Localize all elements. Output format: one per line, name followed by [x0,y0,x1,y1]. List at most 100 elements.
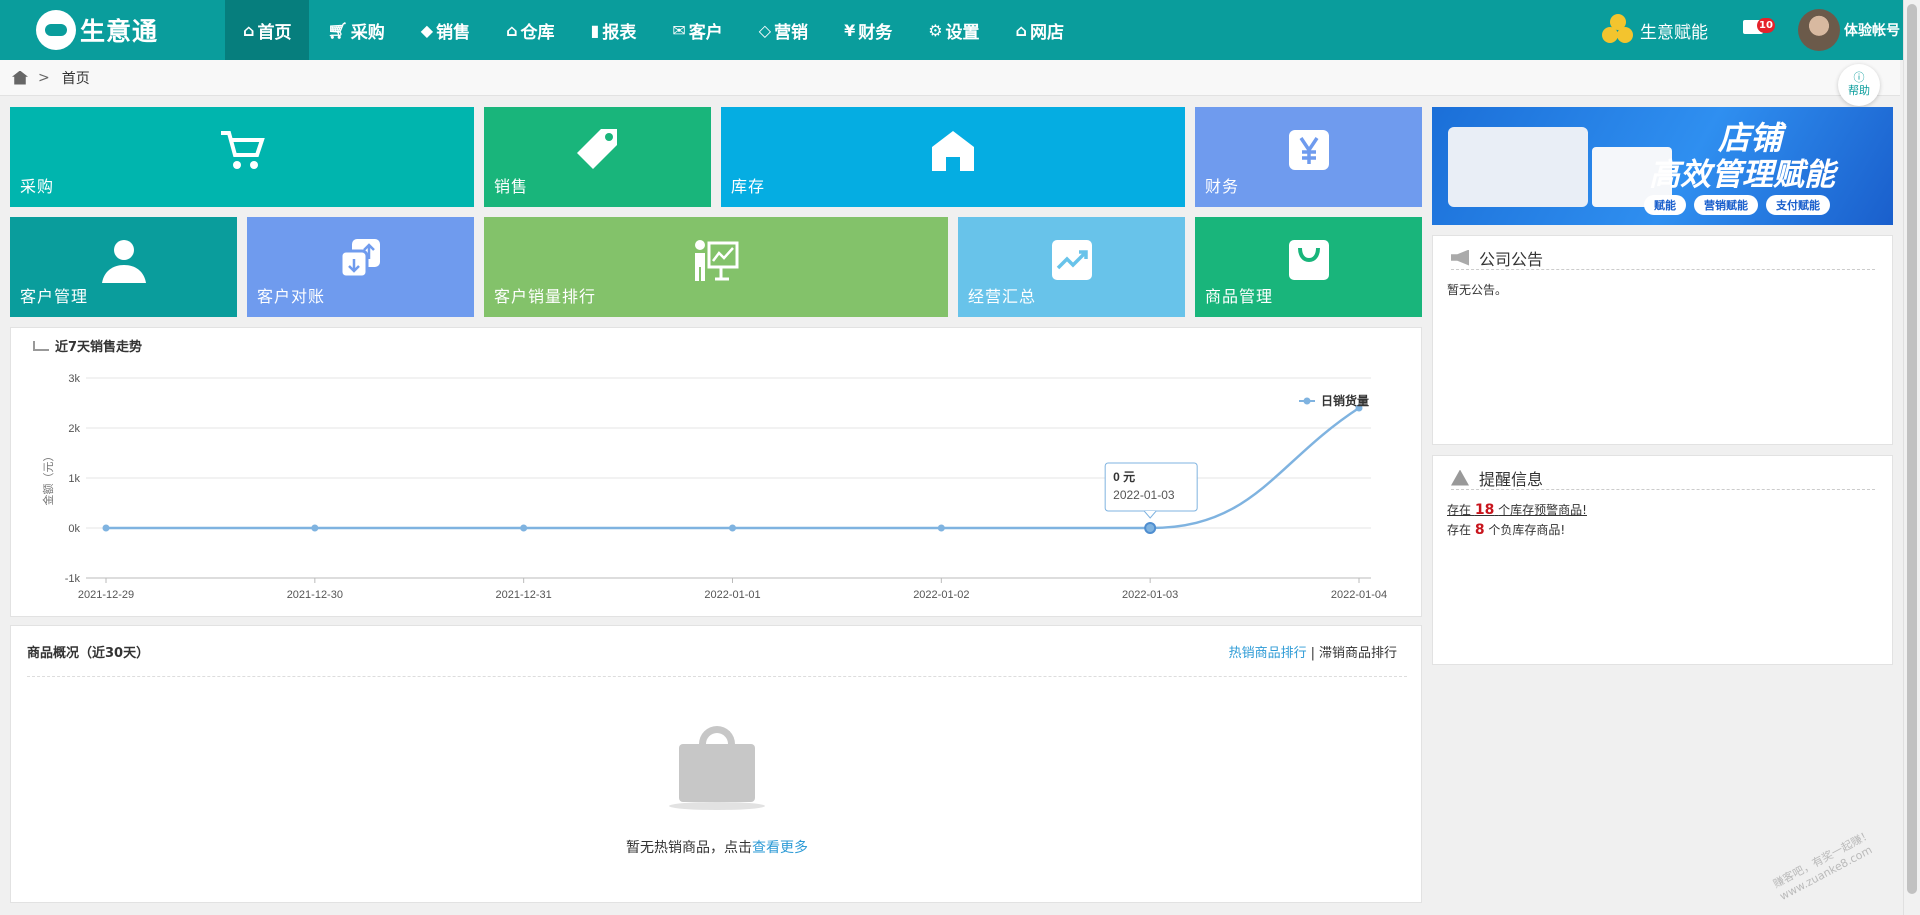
y-tick-label: -1k [65,573,81,585]
banner-pill[interactable]: 赋能 [1644,195,1686,215]
reminder-body: 存在 18 个库存预警商品! 存在 8 个负库存商品! [1447,500,1587,540]
megaphone-icon [1451,249,1469,266]
presentation-icon [691,235,741,285]
warning-icon [1451,469,1469,486]
cart-icon: 🛒︎ [327,20,348,40]
home-icon: ⌂ [243,20,255,40]
x-tick-label: 2021-12-29 [78,589,134,601]
tile-customer-sales-ranking[interactable]: 客户销量排行 [484,217,948,317]
view-more-link[interactable]: 查看更多 [752,840,808,856]
reminder-text: 存在 [1447,503,1472,517]
app-name: 生意通 [80,17,159,46]
nav-item-finance[interactable]: ¥ 财务 [826,0,910,60]
banner-pill[interactable]: 支付赋能 [1766,195,1830,215]
tile-label: 采购 [20,177,55,196]
y-axis-label: 金额（元） [41,451,55,506]
tile-customer-reconciliation[interactable]: 客户对账 [247,217,474,317]
yen-icon [1284,125,1334,175]
reminder-title-text: 提醒信息 [1479,469,1544,489]
nav-item-label: 采购 [350,22,385,43]
data-point [102,524,110,532]
tile-label: 客户销量排行 [494,287,597,306]
y-tick-label: 3k [68,373,80,385]
hot-goods-ranking-link[interactable]: 热销商品排行 [1229,646,1307,661]
nav-item-label: 客户 [688,22,723,43]
shop-icon: ⌂ [1015,20,1027,40]
avatar[interactable] [1798,9,1840,51]
banner-pill[interactable]: 营销赋能 [1694,195,1758,215]
bag-icon [1284,235,1334,285]
cart-icon [217,125,267,175]
nav-item-marketing[interactable]: ◇ 营销 [741,0,826,60]
tile-label: 客户管理 [20,287,89,306]
breadcrumb-current: 首页 [61,70,90,87]
flower-icon [1602,14,1634,46]
nav-item-customers[interactable]: ✉ 客户 [654,0,740,60]
y-tick-label: 2k [68,423,80,435]
business-energy-link[interactable]: 生意赋能 [1602,12,1708,48]
x-tick-label: 2022-01-04 [1331,589,1387,601]
help-label: 帮助 [1848,84,1870,97]
tile-customer-management[interactable]: 客户管理 [10,217,237,317]
nav-item-warehouse[interactable]: ⌂ 仓库 [488,0,572,60]
logo-icon [36,10,76,50]
help-button[interactable]: ⓘ 帮助 [1838,64,1880,106]
nav-item-settings[interactable]: ⚙ 设置 [910,0,997,60]
goods-empty-state: 暂无热销商品，点击查看更多 [11,837,1423,857]
stock-warning-link[interactable]: 存在 18 个库存预警商品! [1447,500,1587,520]
tile-finance[interactable]: 财务 [1195,107,1422,207]
tile-label: 销售 [494,177,529,196]
promo-banner[interactable]: 店铺 高效管理赋能 赋能 营销赋能 支付赋能 [1432,107,1893,225]
account-name[interactable]: 体验帐号 [1844,20,1900,40]
nav-item-shop[interactable]: ⌂ 网店 [998,0,1082,60]
tag-icon [573,125,623,175]
data-point [937,524,945,532]
nav-item-label: 财务 [858,22,893,43]
nav-item-label: 仓库 [520,22,555,43]
x-tick-label: 2022-01-02 [913,589,969,601]
legend-label: 日销货量 [1321,393,1369,408]
reminder-text: 个库存预警商品! [1498,503,1587,517]
breadcrumb-separator: > [38,69,50,86]
stock-warning-count: 18 [1474,502,1495,518]
nav-item-purchase[interactable]: 🛒︎ 采购 [309,0,402,60]
sales-trend-panel: 3k 2k 1k 0k -1k 2021-12-29 2021-12-30 2021-12-3… [10,327,1422,617]
home-icon[interactable] [12,70,28,85]
x-tick-label: 2022-01-03 [1122,589,1178,601]
y-tick-label: 0k [68,523,80,535]
reminder-title: 提醒信息 [1451,466,1875,490]
y-tick-label: 1k [68,473,80,485]
top-nav-bar: 生意通 ⌂ 首页 🛒︎ 采购 ◆ 销售 ⌂ 仓库 ▮ 报表 ✉ 客户 ◇ 营销 ¥ 财务 ⚙ 设置… [0,0,1920,60]
x-tick-label: 2022-01-01 [704,589,760,601]
divider [27,676,1407,677]
user-icon [99,235,149,285]
slow-goods-ranking-link[interactable]: 滞销商品排行 [1319,646,1397,661]
tile-purchase[interactable]: 采购 [10,107,474,207]
link-separator: | [1310,646,1315,661]
nav-item-home[interactable]: ⌂ 首页 [225,0,310,60]
tile-sales[interactable]: 销售 [484,107,711,207]
tooltip-date: 2022-01-03 [1113,488,1175,502]
data-point [311,524,319,532]
tile-stock[interactable]: 库存 [721,107,1185,207]
yen-icon: ¥ [844,20,856,40]
vertical-scrollbar[interactable] [1903,0,1920,915]
printer-image [1448,127,1588,207]
nav-item-reports[interactable]: ▮ 报表 [573,0,655,60]
transfer-icon [336,235,386,285]
tile-label: 财务 [1205,177,1240,196]
tags-icon: ◇ [758,20,772,40]
app-logo[interactable]: 生意通 [36,10,158,50]
scrollbar-thumb[interactable] [1907,4,1917,894]
goods-title: 商品概况（近30天） [27,646,150,661]
empty-text: 暂无热销商品，点击 [626,840,752,856]
tile-label: 库存 [731,177,766,196]
tile-label: 商品管理 [1205,287,1274,306]
tile-goods-management[interactable]: 商品管理 [1195,217,1422,317]
mail-icon: ✉ [672,20,686,40]
chart-title: 近7天销售走势 [33,336,142,355]
nav-item-sales[interactable]: ◆ 销售 [403,0,488,60]
tile-business-summary[interactable]: 经营汇总 [958,217,1185,317]
sales-trend-chart: 3k 2k 1k 0k -1k 2021-12-29 2021-12-30 2021-12-3… [41,373,1387,601]
mail-count-badge: 10 [1757,18,1775,33]
